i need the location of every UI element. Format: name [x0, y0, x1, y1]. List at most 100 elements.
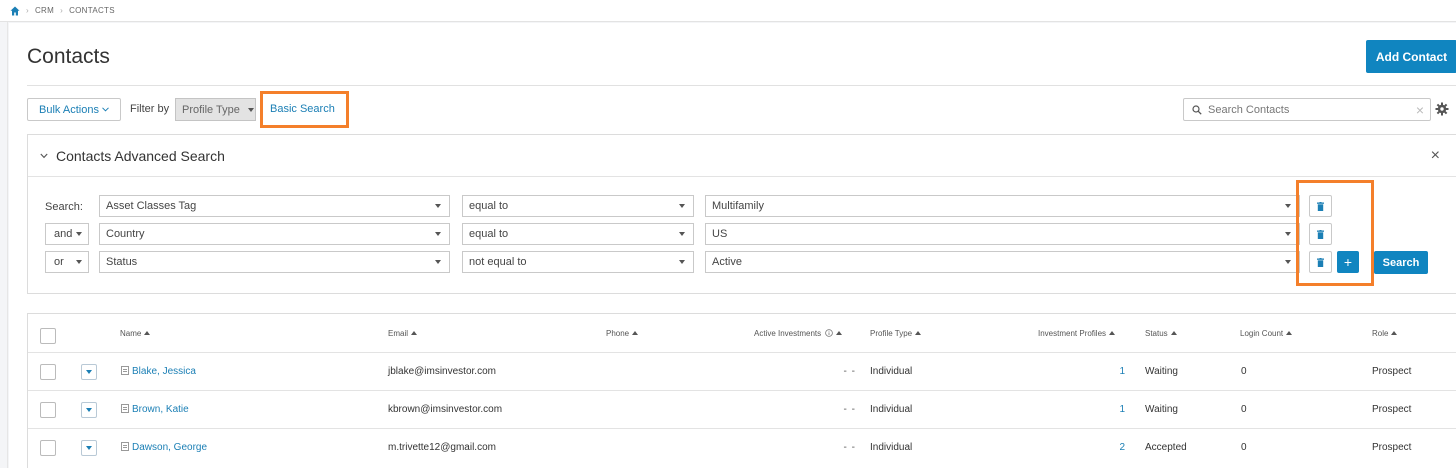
advanced-search-title: Contacts Advanced Search — [56, 147, 225, 164]
email-cell: m.trivette12@gmail.com — [388, 442, 496, 453]
gear-icon[interactable] — [1435, 102, 1449, 116]
caret-down-icon — [435, 232, 441, 236]
info-icon[interactable] — [825, 329, 834, 337]
title-divider — [27, 85, 1456, 86]
caret-down-icon — [1285, 232, 1291, 236]
column-header-email[interactable]: Email — [388, 329, 418, 338]
email-cell: jblake@imsinvestor.com — [388, 366, 496, 377]
role-cell: Prospect — [1372, 442, 1412, 453]
bulk-actions-button[interactable]: Bulk Actions — [27, 98, 121, 121]
caret-down-icon — [1285, 204, 1291, 208]
contact-name-link[interactable]: Brown, Katie — [121, 404, 189, 415]
sort-arrow-icon — [836, 331, 843, 335]
search-contacts-input[interactable]: Search Contacts × — [1183, 98, 1431, 121]
chevron-down-icon — [40, 153, 48, 158]
connector-select-and[interactable]: and — [45, 223, 89, 245]
sort-arrow-icon — [144, 331, 151, 335]
left-sidebar-strip — [0, 22, 8, 468]
login-count-cell: 0 — [1241, 404, 1247, 415]
field-select[interactable]: Status — [99, 251, 450, 273]
contact-card-icon — [121, 404, 129, 413]
status-cell: Accepted — [1145, 442, 1187, 453]
role-cell: Prospect — [1372, 404, 1412, 415]
column-header-profile-type[interactable]: Profile Type — [870, 329, 922, 338]
profile-type-label: Profile Type — [182, 103, 240, 116]
caret-down-icon — [1285, 260, 1291, 264]
row-checkbox[interactable] — [40, 402, 56, 418]
profile-type-cell: Individual — [870, 442, 913, 453]
active-investments-cell: - - — [843, 366, 856, 377]
profile-type-select[interactable]: Profile Type — [175, 98, 256, 121]
contact-card-icon — [121, 442, 129, 451]
sort-arrow-icon — [915, 331, 922, 335]
field-value: Status — [106, 256, 138, 268]
breadcrumb-contacts: CONTACTS — [69, 6, 115, 15]
column-header-role[interactable]: Role — [1372, 329, 1398, 338]
row-checkbox[interactable] — [40, 440, 56, 456]
caret-down-icon — [435, 204, 441, 208]
caret-down-icon — [76, 260, 82, 264]
search-placeholder: Search Contacts — [1208, 103, 1290, 116]
login-count-cell: 0 — [1241, 366, 1247, 377]
sort-arrow-icon — [411, 331, 418, 335]
column-header-login-count[interactable]: Login Count — [1240, 329, 1293, 338]
contact-name-link[interactable]: Blake, Jessica — [121, 366, 196, 377]
breadcrumb-crm[interactable]: CRM — [35, 6, 54, 15]
value-select[interactable]: Active — [705, 251, 1300, 273]
column-header-active-investments[interactable]: Active Investments — [754, 329, 843, 338]
field-value: Asset Classes Tag — [106, 200, 197, 212]
operator-select[interactable]: equal to — [462, 195, 694, 217]
page-title: Contacts — [27, 45, 110, 68]
login-count-cell: 0 — [1241, 442, 1247, 453]
value-select[interactable]: Multifamily — [705, 195, 1300, 217]
sort-arrow-icon — [1109, 331, 1116, 335]
row-actions-dropdown[interactable] — [81, 440, 97, 456]
clear-icon[interactable]: × — [1416, 102, 1424, 118]
investment-profiles-link[interactable]: 2 — [1105, 442, 1125, 453]
breadcrumb-separator: › — [60, 6, 64, 15]
caret-down-icon — [86, 370, 92, 374]
row-checkbox[interactable] — [40, 364, 56, 380]
main-content: Contacts Add Contact Bulk Actions Filter… — [9, 23, 1456, 468]
advanced-search-button[interactable]: Search — [1374, 251, 1428, 274]
value-value: Multifamily — [712, 200, 764, 212]
select-all-checkbox[interactable] — [40, 328, 56, 344]
column-header-status[interactable]: Status — [1145, 329, 1177, 338]
investment-profiles-link[interactable]: 1 — [1105, 404, 1125, 415]
close-icon[interactable]: × — [1431, 147, 1440, 165]
add-contact-button[interactable]: Add Contact — [1366, 40, 1456, 73]
caret-down-icon — [76, 232, 82, 236]
operator-value: not equal to — [469, 256, 527, 268]
operator-select[interactable]: not equal to — [462, 251, 694, 273]
role-cell: Prospect — [1372, 366, 1412, 377]
field-select[interactable]: Country — [99, 223, 450, 245]
investment-profiles-link[interactable]: 1 — [1105, 366, 1125, 377]
caret-down-icon — [247, 107, 254, 112]
row-actions-dropdown[interactable] — [81, 402, 97, 418]
breadcrumb-separator: › — [26, 6, 29, 15]
advanced-search-header[interactable]: Contacts Advanced Search — [28, 135, 1456, 177]
sort-arrow-icon — [632, 331, 639, 335]
connector-select-or[interactable]: or — [45, 251, 89, 273]
contact-card-icon — [121, 366, 129, 375]
column-header-name[interactable]: Name — [120, 329, 151, 338]
sort-arrow-icon — [1391, 331, 1398, 335]
field-value: Country — [106, 228, 145, 240]
field-select[interactable]: Asset Classes Tag — [99, 195, 450, 217]
home-icon[interactable] — [10, 6, 20, 16]
active-investments-cell: - - — [843, 442, 856, 453]
contacts-table: Name Email Phone Active Investments Prof… — [27, 313, 1456, 468]
operator-select[interactable]: equal to — [462, 223, 694, 245]
column-header-investment-profiles[interactable]: Investment Profiles — [1038, 329, 1116, 338]
row-actions-dropdown[interactable] — [81, 364, 97, 380]
highlight-basic-search — [260, 91, 349, 128]
search-icon — [1192, 104, 1202, 115]
profile-type-cell: Individual — [870, 366, 913, 377]
header-divider — [28, 352, 1456, 353]
row-divider — [28, 428, 1456, 429]
value-select[interactable]: US — [705, 223, 1300, 245]
contact-name-link[interactable]: Dawson, George — [121, 442, 207, 453]
advanced-search-panel: Contacts Advanced Search × Search: and o… — [27, 134, 1456, 294]
column-header-phone[interactable]: Phone — [606, 329, 639, 338]
connector-value: and — [54, 228, 73, 240]
